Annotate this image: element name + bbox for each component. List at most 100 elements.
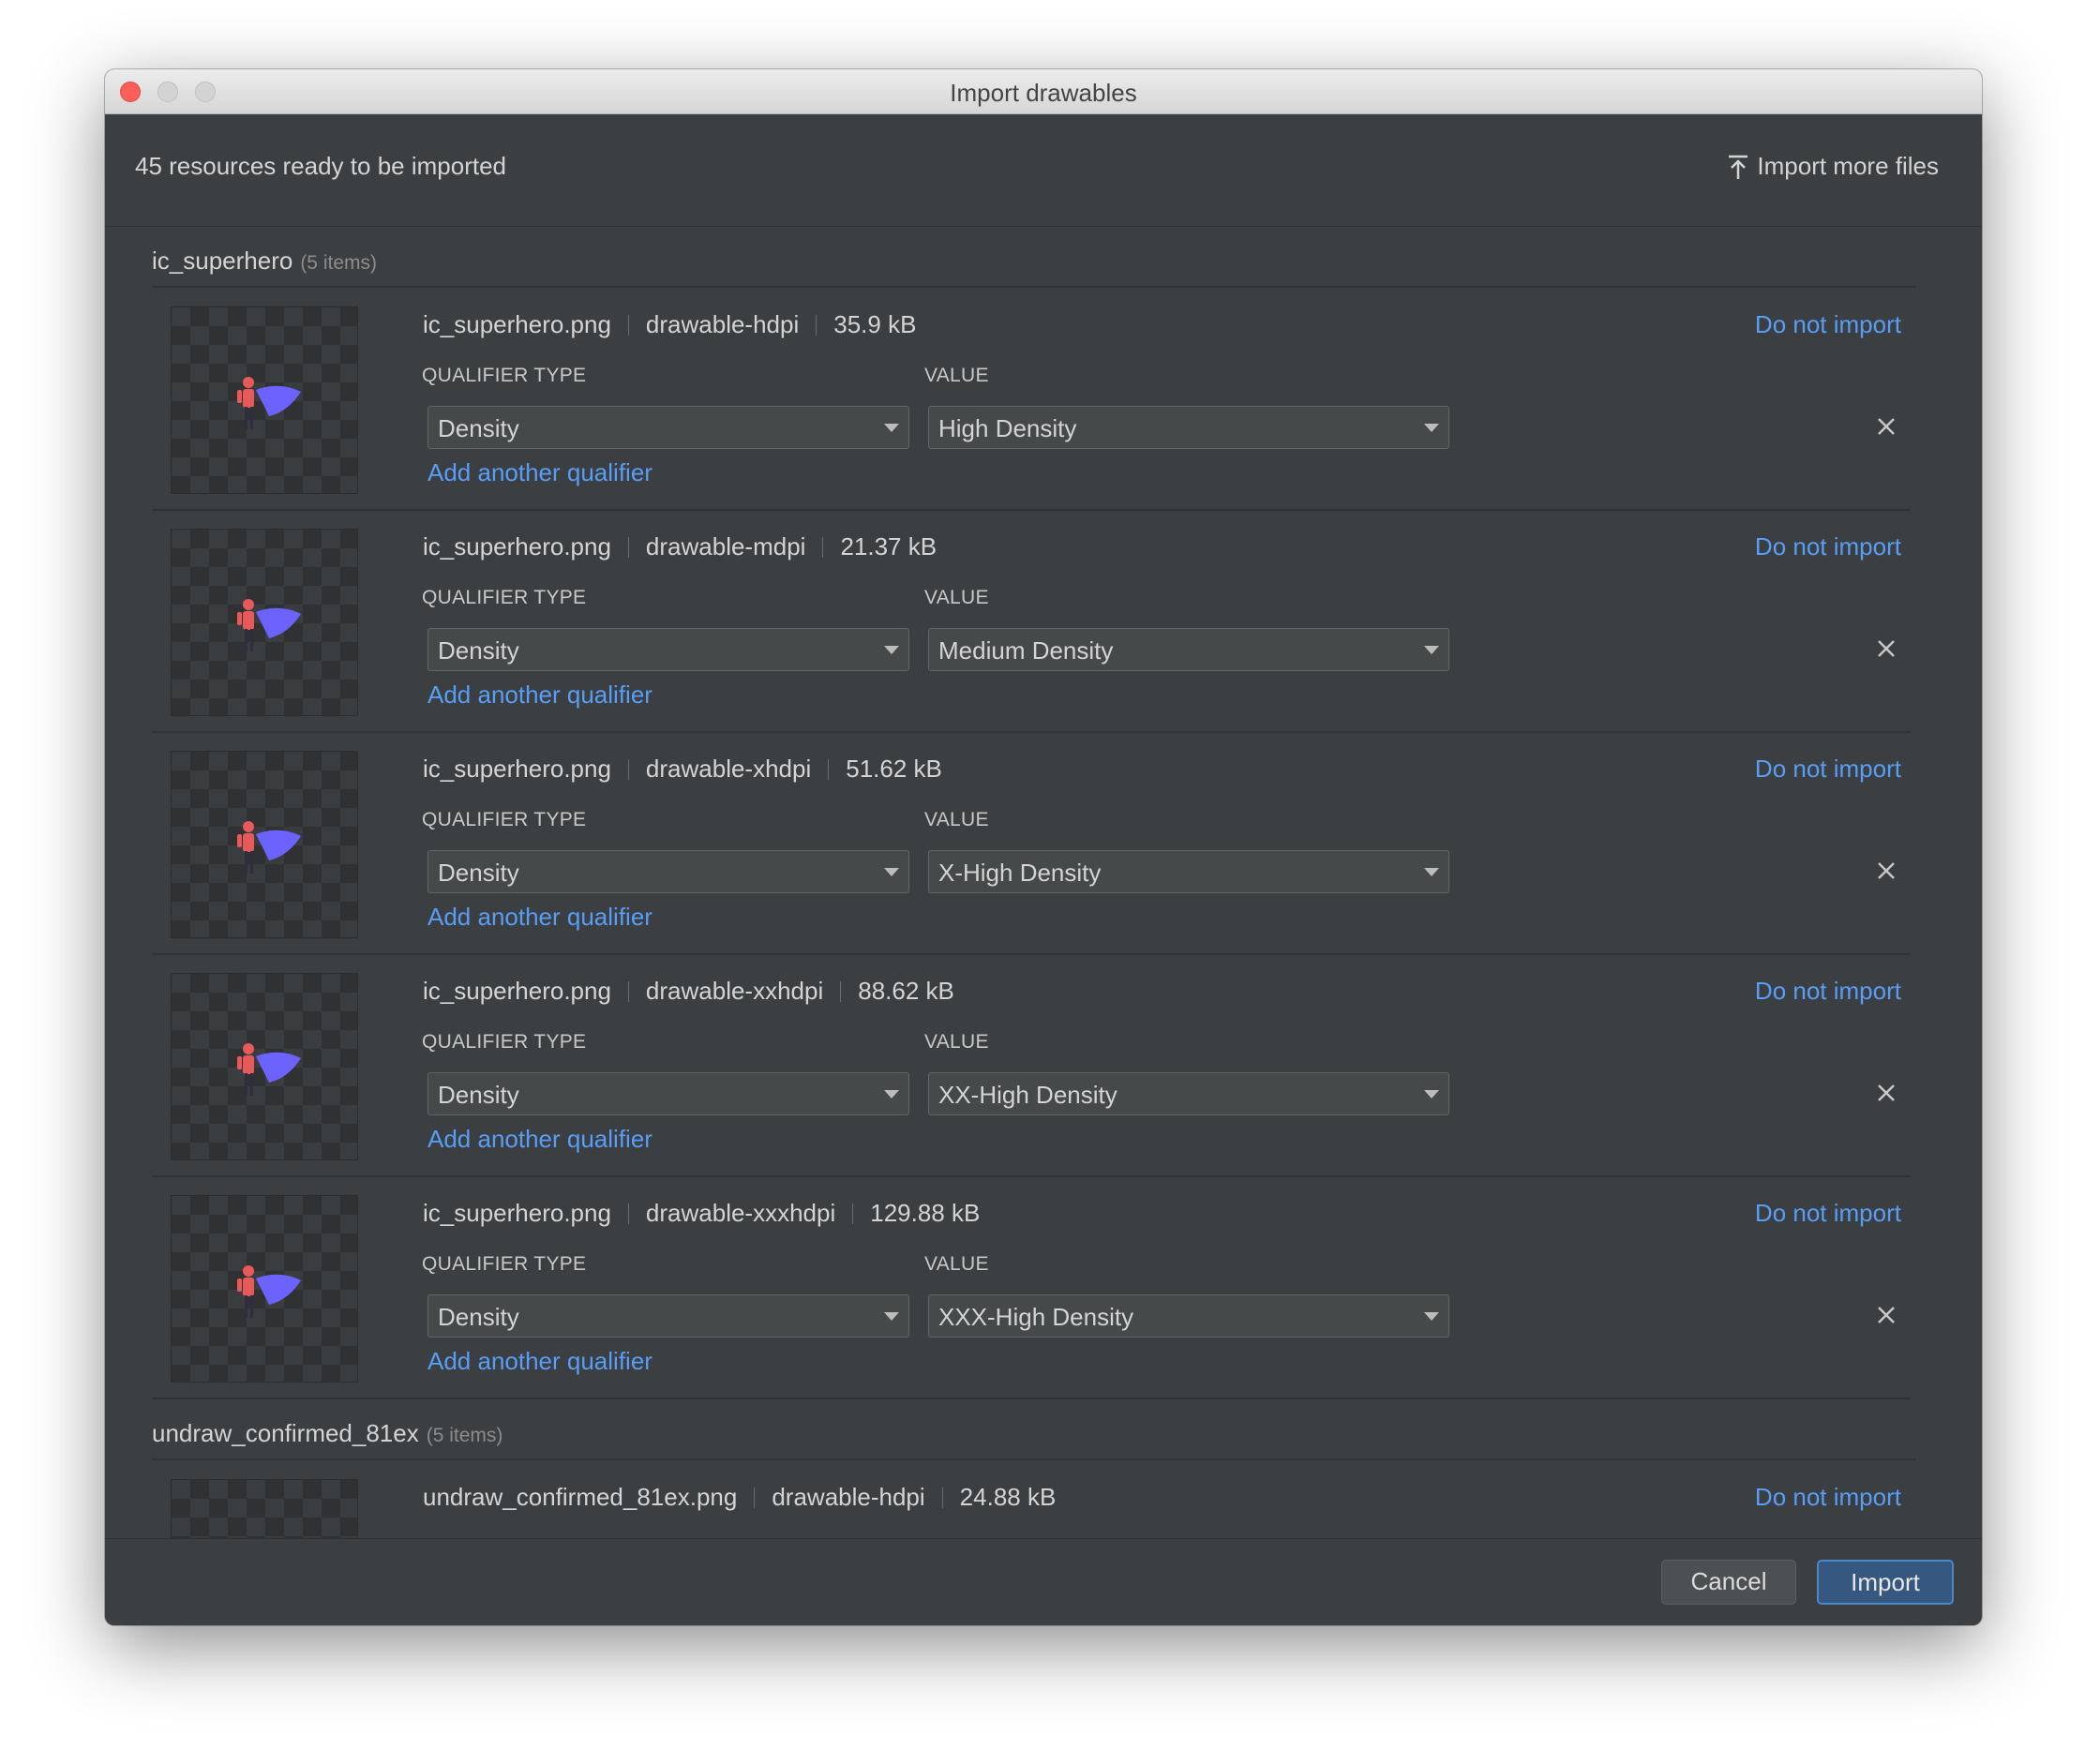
folder-name: drawable-xxhdpi [645,977,824,1005]
do-not-import-link[interactable]: Do not import [1755,755,1901,784]
remove-qualifier-button[interactable] [1869,410,1903,443]
drawable-thumbnail [171,973,358,1160]
drawable-thumbnail [171,1195,358,1383]
resource-item: ic_superhero.png drawable-xxxhdpi 129.88 k… [152,1176,1911,1399]
chevron-down-icon [884,868,899,876]
resource-meta: ic_superhero.png drawable-hdpi 35.9 kB [423,310,916,339]
close-icon [1878,862,1895,879]
add-another-qualifier-link[interactable]: Add another qualifier [428,680,652,710]
cancel-button[interactable]: Cancel [1661,1560,1796,1605]
chevron-down-icon [1424,868,1439,876]
chevron-down-icon [1424,1312,1439,1321]
qualifier-value: XX-High Density [938,1081,1118,1109]
close-icon [1878,640,1895,657]
qualifier-value: X-High Density [938,859,1102,887]
close-icon [1878,1084,1895,1101]
group-title: ic_superhero [152,247,293,275]
file-name: ic_superhero.png [423,310,611,338]
add-another-qualifier-link[interactable]: Add another qualifier [428,903,652,932]
file-size: 35.9 kB [833,310,917,338]
title-bar: Import drawables [105,69,1982,114]
chevron-down-icon [884,1090,899,1099]
resource-list[interactable]: ic_superhero (5 items) ic_superhero.png dra… [105,226,1982,1538]
qualifier-type-label: QUALIFIER TYPE [422,365,587,386]
drawable-thumbnail [171,1479,358,1538]
window-title: Import drawables [950,79,1137,107]
meta-divider [828,759,830,780]
do-not-import-link[interactable]: Do not import [1755,1199,1901,1228]
qualifier-type-label: QUALIFIER TYPE [422,809,587,830]
qualifier-type-label: QUALIFIER TYPE [422,587,587,608]
file-name: ic_superhero.png [423,1199,611,1227]
meta-divider [627,537,629,558]
folder-name: drawable-mdpi [645,532,806,561]
value-label: VALUE [924,1031,989,1053]
do-not-import-link[interactable]: Do not import [1755,1483,1901,1512]
do-not-import-link[interactable]: Do not import [1755,977,1901,1006]
qualifier-type-value: Density [438,1081,519,1109]
import-more-files-button[interactable]: Import more files [1727,152,1939,181]
upload-icon [1727,154,1749,180]
import-button[interactable]: Import [1817,1560,1954,1605]
resource-meta: ic_superhero.png drawable-xxhdpi 88.62 kB [423,977,954,1006]
summary-bar: 45 resources ready to be imported Import… [105,114,1982,227]
qualifier-type-dropdown[interactable]: Density [428,1072,909,1115]
dialog-footer: Cancel Import [105,1538,1982,1625]
drawable-thumbnail [171,529,358,716]
file-size: 129.88 kB [870,1199,981,1227]
group-name: undraw_confirmed_81ex (5 items) [152,1419,502,1448]
resource-item: ic_superhero.png drawable-mdpi 21.37 kB Do … [152,510,1911,733]
close-icon [1878,418,1895,435]
file-name: ic_superhero.png [423,977,611,1005]
add-another-qualifier-link[interactable]: Add another qualifier [428,1125,652,1154]
meta-divider [627,759,629,780]
file-name: ic_superhero.png [423,755,611,783]
add-another-qualifier-link[interactable]: Add another qualifier [428,458,652,487]
folder-name: drawable-xhdpi [645,755,812,783]
file-size: 21.37 kB [840,532,938,561]
add-another-qualifier-link[interactable]: Add another qualifier [428,1347,652,1376]
remove-qualifier-button[interactable] [1869,632,1903,665]
qualifier-type-value: Density [438,1303,519,1331]
qualifier-value: XXX-High Density [938,1303,1134,1331]
qualifier-value-dropdown[interactable]: XX-High Density [928,1072,1449,1115]
import-more-files-label: Import more files [1757,152,1939,180]
folder-name: drawable-xxxhdpi [645,1199,836,1227]
resource-meta: ic_superhero.png drawable-mdpi 21.37 kB [423,532,937,561]
qualifier-type-dropdown[interactable]: Density [428,1294,909,1338]
chevron-down-icon [1424,424,1439,432]
group-item-count: (5 items) [300,252,377,274]
group-item-count: (5 items) [426,1425,503,1446]
value-label: VALUE [924,365,989,386]
group-title: undraw_confirmed_81ex [152,1419,419,1447]
chevron-down-icon [1424,646,1439,654]
file-size: 88.62 kB [858,977,954,1005]
qualifier-type-dropdown[interactable]: Density [428,628,909,671]
remove-qualifier-button[interactable] [1869,1298,1903,1332]
resource-meta: ic_superhero.png drawable-xhdpi 51.62 kB [423,755,942,784]
qualifier-value-dropdown[interactable]: XXX-High Density [928,1294,1449,1338]
qualifier-value-dropdown[interactable]: Medium Density [928,628,1449,671]
file-size: 51.62 kB [846,755,942,783]
drawable-thumbnail [171,751,358,938]
group-header: undraw_confirmed_81ex (5 items) [152,1398,1916,1460]
import-drawables-dialog: Import drawables 45 resources ready to b… [105,69,1982,1625]
value-label: VALUE [924,587,989,608]
qualifier-type-label: QUALIFIER TYPE [422,1253,587,1275]
value-label: VALUE [924,809,989,830]
meta-divider [822,537,824,558]
qualifier-type-dropdown[interactable]: Density [428,406,909,449]
resource-meta: undraw_confirmed_81ex.png drawable-hdpi 24… [423,1483,1056,1512]
remove-qualifier-button[interactable] [1869,1076,1903,1110]
folder-name: drawable-hdpi [772,1483,925,1511]
qualifier-value-dropdown[interactable]: X-High Density [928,850,1449,893]
do-not-import-link[interactable]: Do not import [1755,310,1901,339]
qualifier-type-value: Density [438,636,519,665]
qualifier-type-dropdown[interactable]: Density [428,850,909,893]
qualifier-value-dropdown[interactable]: High Density [928,406,1449,449]
file-name: undraw_confirmed_81ex.png [423,1483,738,1511]
drawable-thumbnail [171,306,358,494]
do-not-import-link[interactable]: Do not import [1755,532,1901,561]
meta-divider [627,981,629,1002]
remove-qualifier-button[interactable] [1869,854,1903,888]
